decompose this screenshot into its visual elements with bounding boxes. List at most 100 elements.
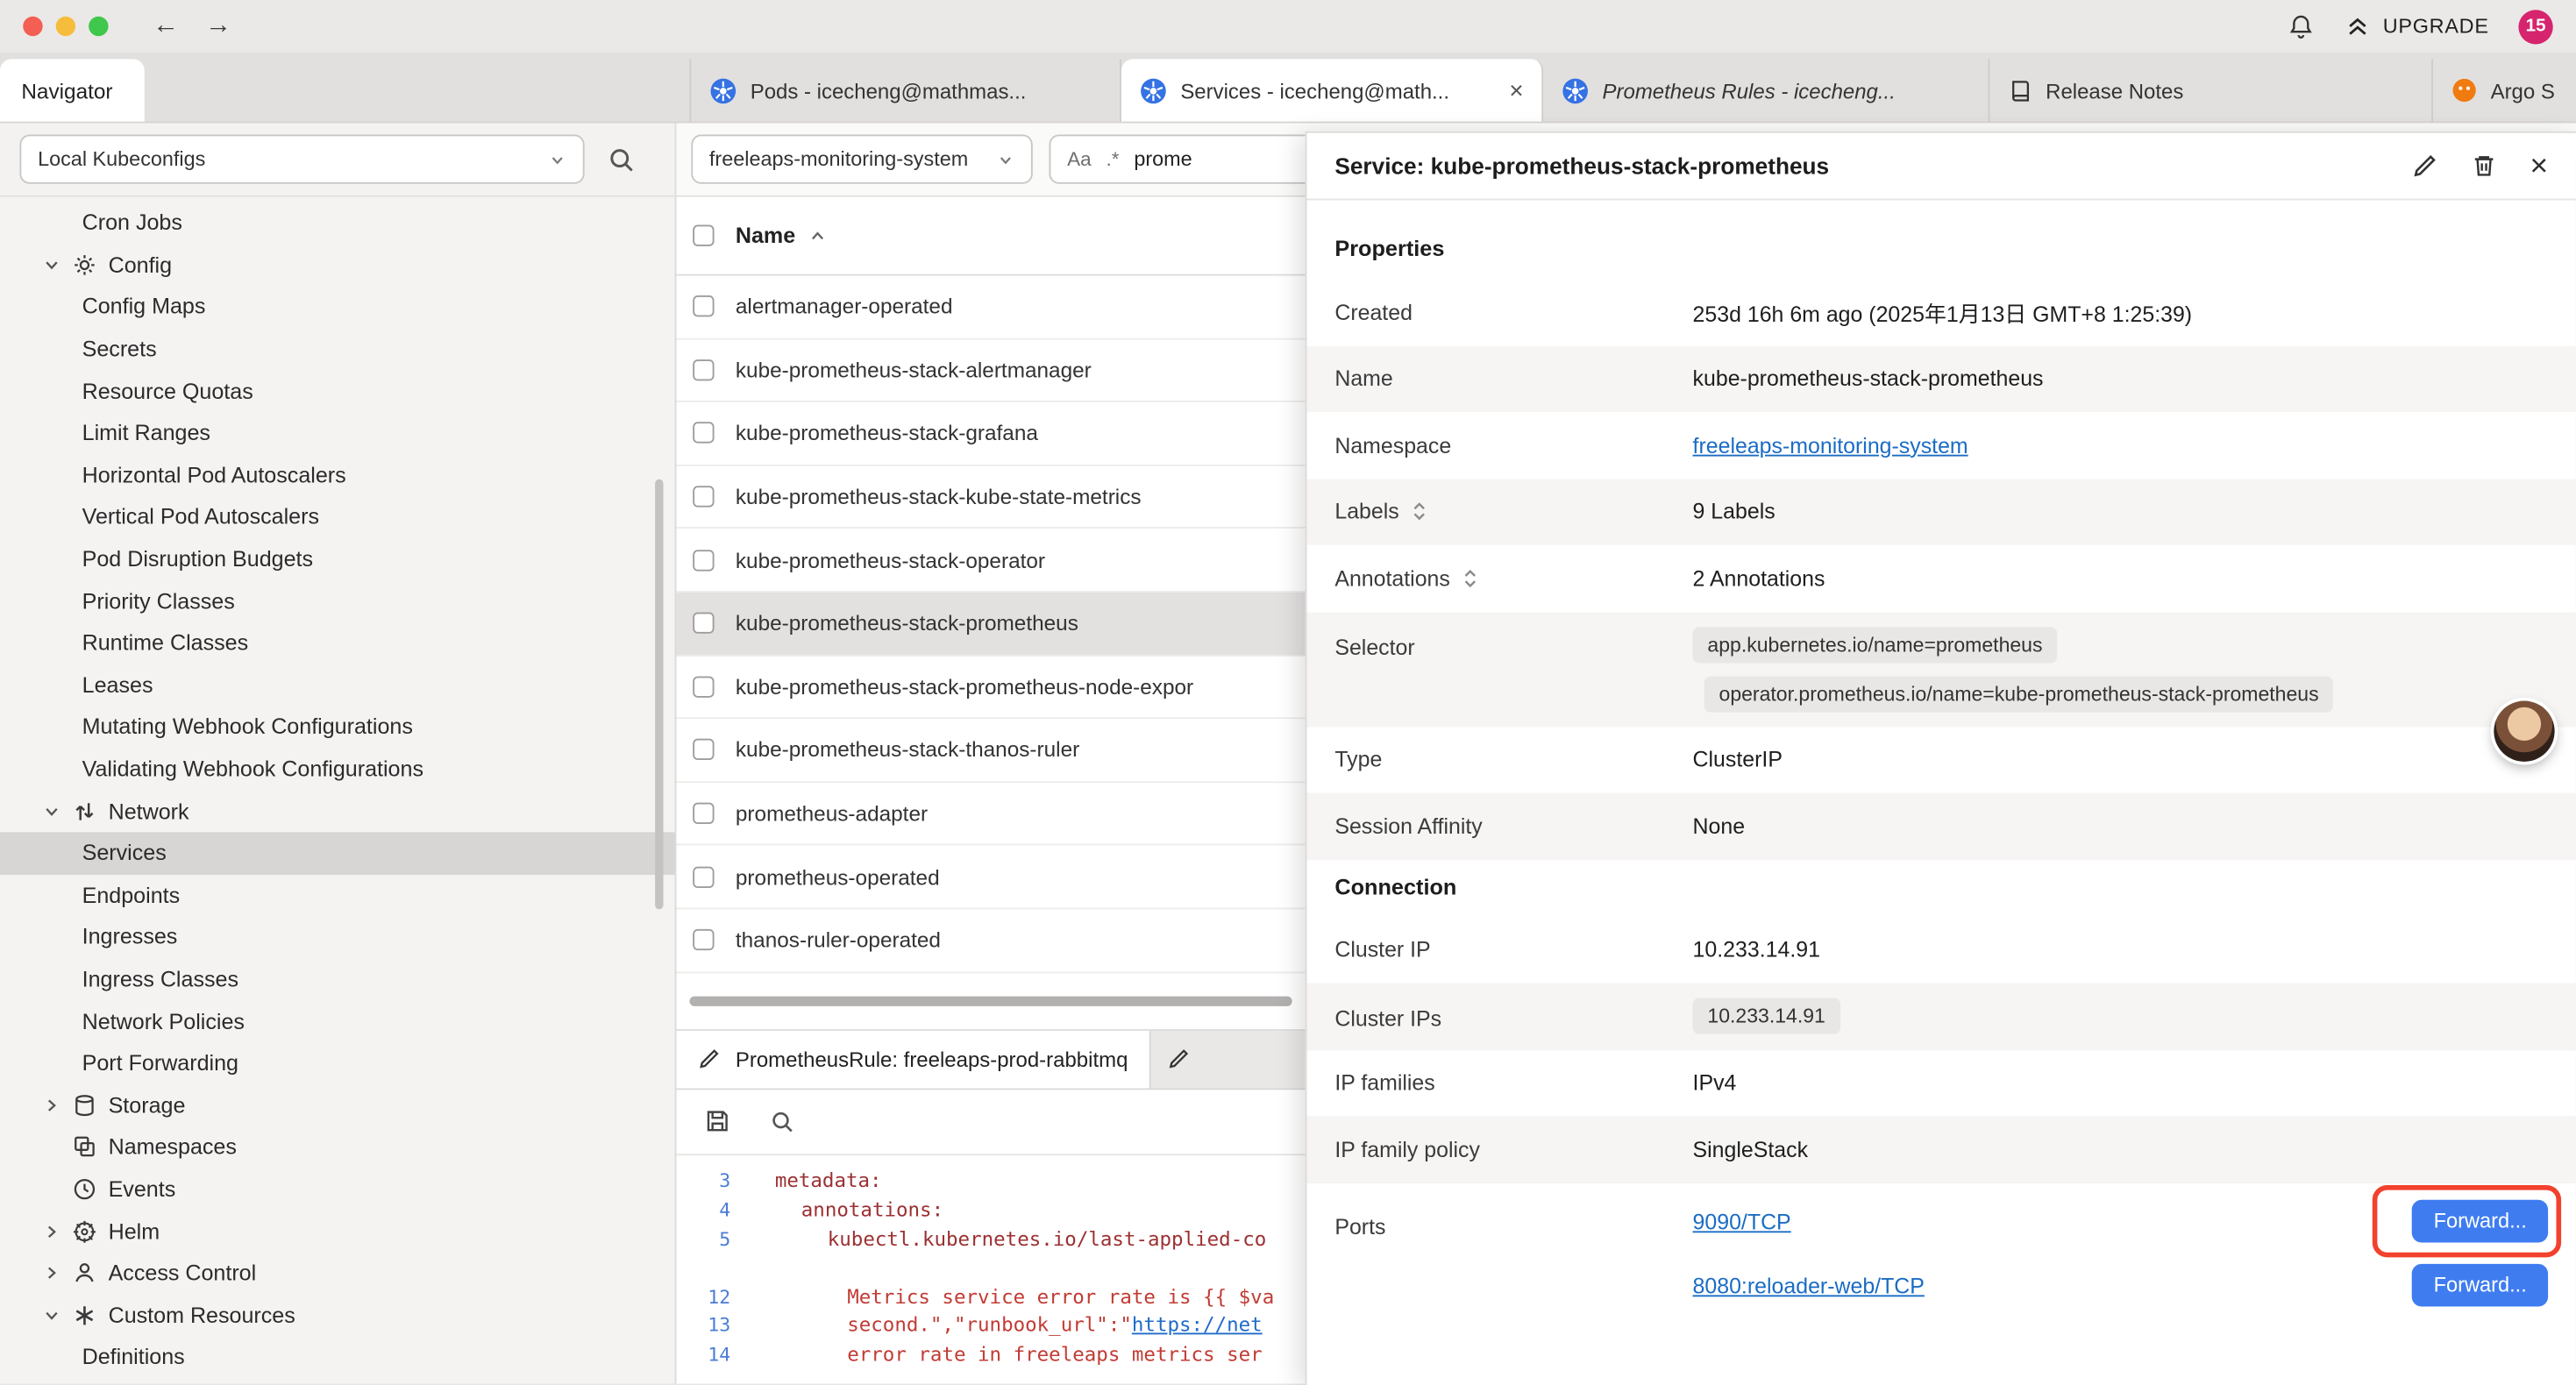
forward-button[interactable]: Forward... [2412,1264,2548,1307]
sidebar-item-storage[interactable]: Storage [0,1084,675,1126]
row-checkbox[interactable] [693,803,714,824]
property-label: Cluster IP [1334,938,1692,962]
table-row-alertmanager-operated[interactable]: alertmanager-operated [676,276,1305,339]
sidebar-item-pod-disruption-budgets[interactable]: Pod Disruption Budgets [0,538,675,580]
sidebar-item-endpoints[interactable]: Endpoints [0,874,675,916]
port-link[interactable]: 9090/TCP [1693,1209,1791,1233]
kubeconfig-select[interactable]: Local Kubeconfigs [19,135,584,184]
editor-search-icon[interactable] [770,1109,794,1133]
close-window-button[interactable] [23,17,42,36]
upgrade-button[interactable]: UPGRADE [2345,13,2489,39]
back-button[interactable]: ← [145,11,188,41]
sidebar-item-network-policies[interactable]: Network Policies [0,1000,675,1042]
sidebar-item-validating-webhook-configurations[interactable]: Validating Webhook Configurations [0,748,675,790]
table-row-kube-prometheus-stack-prometheus[interactable]: kube-prometheus-stack-prometheus [676,593,1305,656]
row-checkbox[interactable] [693,296,714,317]
sidebar-item-vertical-pod-autoscalers[interactable]: Vertical Pod Autoscalers [0,496,675,538]
table-row-kube-prometheus-stack-grafana[interactable]: kube-prometheus-stack-grafana [676,402,1305,465]
table-row-kube-prometheus-stack-prometheus-node-expor[interactable]: kube-prometheus-stack-prometheus-node-ex… [676,656,1305,719]
sidebar-item-namespaces[interactable]: Namespaces [0,1126,675,1168]
close-tab-icon[interactable]: × [1509,76,1523,104]
sidebar-item-config[interactable]: Config [0,244,675,286]
namespace-select[interactable]: freeleaps-monitoring-system [691,135,1032,184]
tab-release-notes[interactable]: Release Notes [1989,59,2433,121]
table-row-kube-prometheus-stack-operator[interactable]: kube-prometheus-stack-operator [676,529,1305,593]
sidebar-search-icon[interactable] [608,146,636,174]
trash-icon[interactable] [2471,153,2497,179]
save-icon[interactable] [704,1108,730,1134]
navigator-panel-tab[interactable]: Navigator [0,59,145,121]
sidebar-scrollbar[interactable] [655,479,663,910]
property-link[interactable]: freeleaps-monitoring-system [1693,433,1968,458]
forward-button[interactable]: → [197,11,240,41]
match-case-toggle[interactable]: Aa [1067,148,1092,171]
tab-services-icecheng-math[interactable]: Services - icecheng@math...× [1121,59,1543,121]
editor-tab-prometheusrule[interactable]: PrometheusRule: freeleaps-prod-rabbitmq [676,1030,1150,1088]
sidebar-item-leases[interactable]: Leases [0,664,675,706]
maximize-window-button[interactable] [89,17,108,36]
sidebar-item-config-maps[interactable]: Config Maps [0,286,675,328]
sort-ascending-icon[interactable] [808,225,828,245]
sidebar-item-custom-resources[interactable]: Custom Resources [0,1294,675,1336]
sidebar-item-mutating-webhook-configurations[interactable]: Mutating Webhook Configurations [0,706,675,748]
row-checkbox[interactable] [693,613,714,634]
table-row-thanos-ruler-operated[interactable]: thanos-ruler-operated [676,909,1305,972]
chevron-right-icon[interactable] [43,1264,61,1282]
sidebar-item-network[interactable]: Network [0,790,675,832]
tab-prometheus-rules-icecheng[interactable]: Prometheus Rules - icecheng... [1543,59,1989,121]
sidebar-item-access-control[interactable]: Access Control [0,1252,675,1294]
port-link[interactable]: 8080:reloader-web/TCP [1693,1273,1925,1297]
sidebar-item-ingress-classes[interactable]: Ingress Classes [0,958,675,1000]
row-checkbox[interactable] [693,676,714,697]
tab-argo-s[interactable]: Argo S [2433,59,2576,121]
editor-tab-partial[interactable] [1151,1030,1207,1088]
sidebar-item-events[interactable]: Events [0,1168,675,1211]
horizontal-scrollbar[interactable] [689,996,1292,1005]
chevron-right-icon[interactable] [43,1222,61,1240]
chevron-down-icon[interactable] [43,802,61,820]
row-checkbox[interactable] [693,423,714,444]
sidebar-item-horizontal-pod-autoscalers[interactable]: Horizontal Pod Autoscalers [0,454,675,496]
yaml-editor[interactable]: 3metadata:4annotations:5kubectl.kubernet… [676,1154,1305,1383]
close-drawer-icon[interactable]: × [2530,150,2548,181]
regex-toggle[interactable]: .* [1106,148,1119,171]
row-checkbox[interactable] [693,359,714,380]
sidebar-item-priority-classes[interactable]: Priority Classes [0,580,675,622]
chevron-down-icon[interactable] [43,256,61,274]
sidebar-item-helm[interactable]: Helm [0,1211,675,1253]
row-checkbox[interactable] [693,866,714,887]
sort-updown-icon[interactable] [1409,501,1430,522]
table-row-prometheus-operated[interactable]: prometheus-operated [676,846,1305,909]
table-row-prometheus-adapter[interactable]: prometheus-adapter [676,783,1305,846]
select-all-checkbox[interactable] [693,225,714,246]
sidebar-item-label: Pod Disruption Budgets [82,547,313,572]
table-row-kube-prometheus-stack-kube-state-metrics[interactable]: kube-prometheus-stack-kube-state-metrics [676,465,1305,529]
sidebar-item-ingresses[interactable]: Ingresses [0,916,675,958]
forward-button[interactable]: Forward... [2412,1200,2548,1243]
floating-avatar[interactable] [2494,701,2554,762]
notification-badge[interactable]: 15 [2518,9,2552,43]
sidebar-item-runtime-classes[interactable]: Runtime Classes [0,622,675,664]
sort-updown-icon[interactable] [1460,567,1481,588]
sidebar-item-port-forwarding[interactable]: Port Forwarding [0,1042,675,1084]
sidebar-item-services[interactable]: Services [0,832,675,874]
row-checkbox[interactable] [693,739,714,760]
tab-pods-icecheng-mathmas[interactable]: Pods - icecheng@mathmas... [691,59,1121,121]
sidebar-item-cron-jobs[interactable]: Cron Jobs [0,202,675,244]
row-checkbox[interactable] [693,550,714,571]
chevron-down-icon[interactable] [43,1306,61,1325]
sidebar-item-resource-quotas[interactable]: Resource Quotas [0,370,675,412]
edit-icon[interactable] [2411,153,2437,179]
resource-search-input[interactable]: Aa .* prome [1050,135,1315,184]
table-row-kube-prometheus-stack-thanos-ruler[interactable]: kube-prometheus-stack-thanos-ruler [676,719,1305,782]
table-row-kube-prometheus-stack-alertmanager[interactable]: kube-prometheus-stack-alertmanager [676,339,1305,402]
bell-icon[interactable] [2288,12,2316,40]
row-checkbox[interactable] [693,929,714,950]
minimize-window-button[interactable] [56,17,75,36]
name-column-header[interactable]: Name [736,224,795,248]
chevron-right-icon[interactable] [43,1096,61,1114]
sidebar-item-definitions[interactable]: Definitions [0,1336,675,1378]
sidebar-item-limit-ranges[interactable]: Limit Ranges [0,412,675,454]
row-checkbox[interactable] [693,486,714,507]
sidebar-item-secrets[interactable]: Secrets [0,328,675,370]
